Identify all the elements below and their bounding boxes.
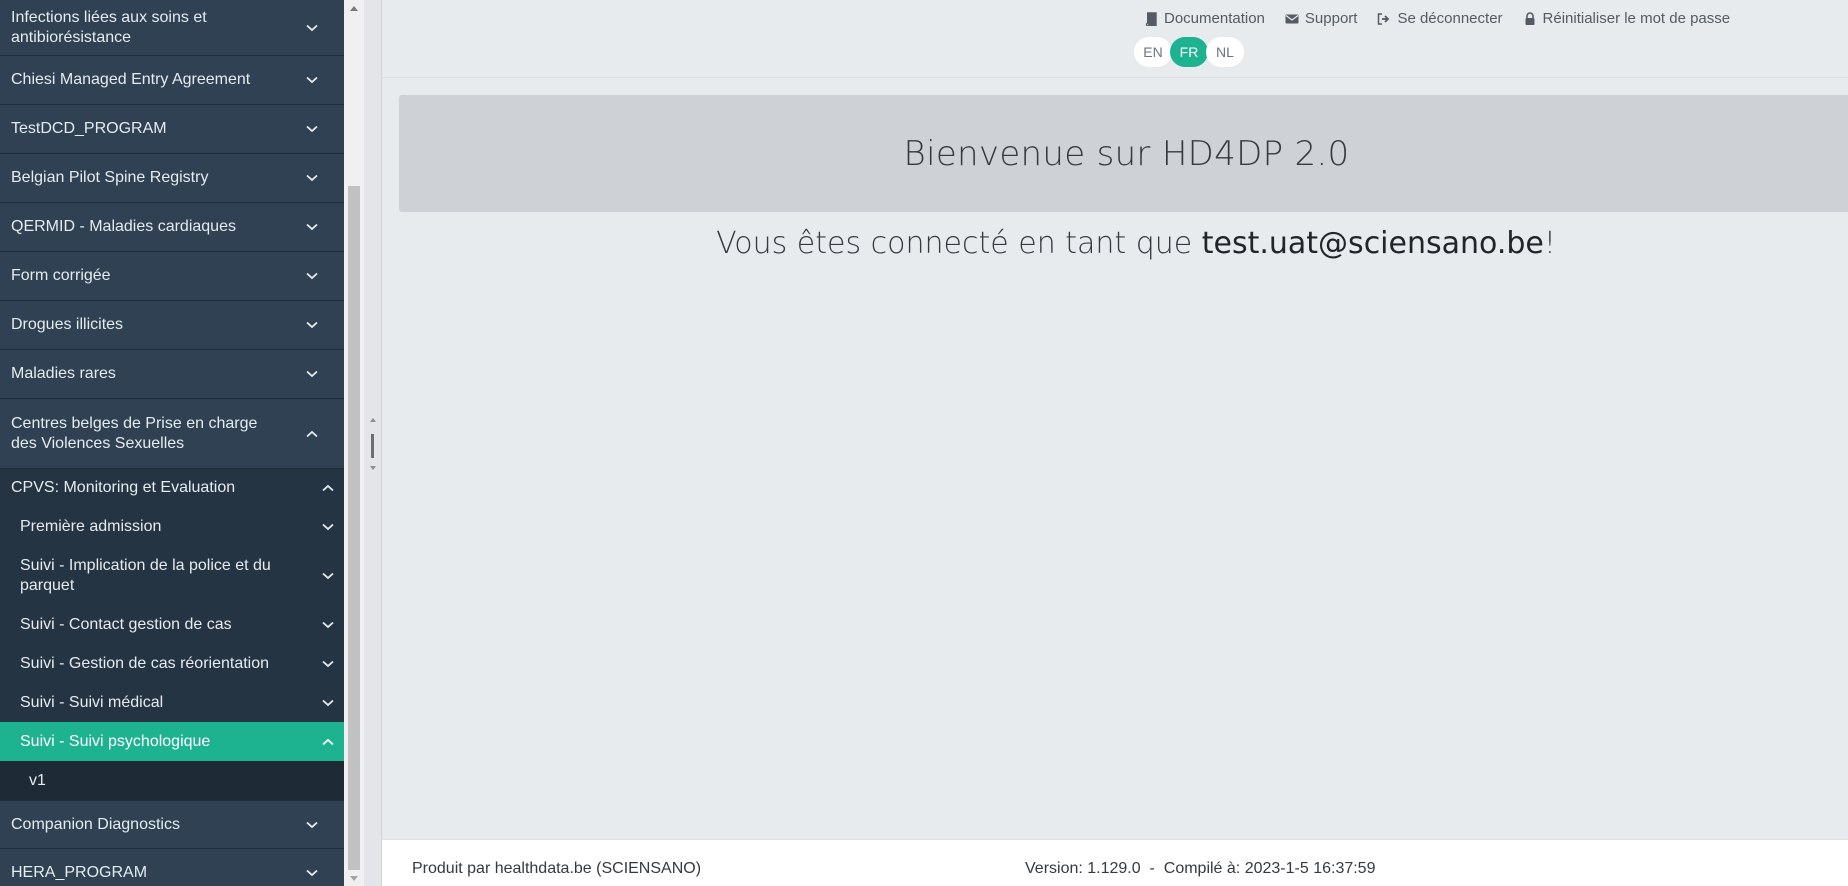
sidebar-item-drogues[interactable]: Drogues illicites [0,301,344,350]
sign-out-icon [1378,12,1390,25]
sidebar-version-v1[interactable]: v1 [0,761,344,800]
sidebar-form-suivi-contact[interactable]: Suivi - Contact gestion de cas [0,605,344,644]
sidebar-form-suivi-reorientation[interactable]: Suivi - Gestion de cas réorientation [0,644,344,683]
pane-splitter[interactable] [364,0,382,886]
language-nl-button[interactable]: NL [1206,37,1244,67]
language-en-button[interactable]: EN [1134,37,1172,67]
produced-by-text: Produit par healthdata.be (SCIENSANO) [412,860,702,877]
chevron-down-icon [306,368,318,380]
collapse-arrow-icon[interactable] [370,418,376,422]
chevron-down-icon [322,521,334,533]
compiled-value: 2023-1-5 16:37:59 [1244,860,1376,877]
lock-icon [1525,11,1535,25]
sidebar-item-testdcd[interactable]: TestDCD_PROGRAM [0,105,344,154]
sidebar-form-premiere-admission[interactable]: Première admission [0,507,344,546]
scroll-down-arrow-icon[interactable] [344,870,364,886]
logout-label: Se déconnecter [1397,10,1503,27]
sidebar-item-spine-registry[interactable]: Belgian Pilot Spine Registry [0,154,344,203]
chevron-up-icon [306,428,318,440]
chevron-down-icon [322,619,334,631]
top-bar: Documentation Support Se déconnecter Réi… [382,0,1848,78]
sidebar-item-label: HERA_PROGRAM [11,864,148,881]
sidebar-form-suivi-psychologique[interactable]: Suivi - Suivi psychologique [0,722,344,761]
sidebar-item-label: Suivi - Suivi médical [20,693,164,711]
sidebar-item-chiesi[interactable]: Chiesi Managed Entry Agreement [0,56,344,105]
sidebar-item-label: Première admission [20,517,162,535]
sidebar-item-form-corrigee[interactable]: Form corrigée [0,252,344,301]
sidebar-item-label: v1 [29,771,46,789]
scrollbar-thumb[interactable] [348,186,360,870]
connected-prefix: Vous êtes connecté en tant que [716,226,1202,261]
documentation-link[interactable]: Documentation [1144,10,1265,27]
version-value: 1.129.0 [1087,860,1141,877]
page-title: Bienvenue sur HD4DP 2.0 [903,133,1350,174]
compiled-label: Compilé à: [1163,860,1241,877]
sidebar-item-companion-diagnostics[interactable]: Companion Diagnostics [0,800,344,849]
sidebar-item-maladies-rares[interactable]: Maladies rares [0,350,344,399]
sidebar-item-label: QERMID - Maladies cardiaques [11,218,236,235]
sidebar-item-label: Drogues illicites [11,316,124,333]
language-switcher: EN FR NL [1134,37,1244,67]
sidebar-item-label: Infections liées aux soins et antibiorés… [11,8,207,46]
chevron-down-icon [306,172,318,184]
sidebar-item-label: CPVS: Monitoring et Evaluation [11,479,236,496]
documentation-label: Documentation [1164,10,1265,27]
splitter-handle[interactable] [371,434,374,458]
footer-separator: - [1149,860,1155,877]
sidebar: Infections liées aux soins et antibiorés… [0,0,344,886]
chevron-down-icon [306,867,318,879]
connected-as-message: Vous êtes connecté en tant que test.uat@… [382,226,1848,261]
chevron-up-icon [322,482,334,494]
sidebar-scrollbar[interactable] [344,0,364,886]
support-link[interactable]: Support [1285,10,1358,27]
sidebar-item-label: Suivi - Implication de la police et du p… [20,556,271,594]
sidebar-item-label: TestDCD_PROGRAM [11,120,167,137]
version-info: Version: 1.129.0 - Compilé à: 2023-1-5 1… [1025,860,1375,878]
sidebar-form-suivi-police[interactable]: Suivi - Implication de la police et du p… [0,546,344,605]
footer: Produit par healthdata.be (SCIENSANO) Ve… [382,839,1848,886]
scroll-up-arrow-icon[interactable] [344,0,364,16]
sidebar-subproject-cpvs-monitoring[interactable]: CPVS: Monitoring et Evaluation [0,469,344,507]
chevron-down-icon [306,819,318,831]
chevron-down-icon [306,221,318,233]
sidebar-item-label: Maladies rares [11,365,116,382]
language-fr-button[interactable]: FR [1170,37,1208,67]
sidebar-item-infections[interactable]: Infections liées aux soins et antibiorés… [0,0,344,56]
sidebar-item-label: Chiesi Managed Entry Agreement [11,71,251,88]
chevron-down-icon [322,697,334,709]
logout-link[interactable]: Se déconnecter [1377,10,1503,27]
support-label: Support [1304,10,1358,27]
connected-suffix: ! [1543,226,1556,261]
header-links: Documentation Support Se déconnecter Réi… [1144,10,1730,27]
envelope-icon [1285,14,1299,23]
sidebar-item-qermid[interactable]: QERMID - Maladies cardiaques [0,203,344,252]
main-content: Documentation Support Se déconnecter Réi… [382,0,1848,886]
reset-password-label: Réinitialiser le mot de passe [1542,10,1731,27]
chevron-down-icon [322,570,334,582]
sidebar-item-label: Suivi - Suivi psychologique [20,732,211,750]
sidebar-item-label: Suivi - Contact gestion de cas [20,615,232,633]
chevron-down-icon [306,22,318,34]
chevron-down-icon [306,123,318,135]
book-icon [1145,11,1157,26]
sidebar-item-label: Companion Diagnostics [11,815,180,833]
sidebar-item-label: Centres belges de Prise en charge des Vi… [11,414,258,452]
chevron-up-icon [322,736,334,748]
sidebar-item-hera-program[interactable]: HERA_PROGRAM [0,849,344,886]
version-label: Version: [1025,860,1083,877]
sidebar-item-label: Belgian Pilot Spine Registry [11,169,209,186]
chevron-down-icon [306,270,318,282]
reset-password-link[interactable]: Réinitialiser le mot de passe [1523,10,1731,27]
expand-arrow-icon[interactable] [370,466,376,470]
chevron-down-icon [322,658,334,670]
sidebar-item-label: Form corrigée [11,267,111,284]
user-email: test.uat@sciensano.be [1201,226,1544,261]
sidebar-form-suivi-medical[interactable]: Suivi - Suivi médical [0,683,344,722]
chevron-down-icon [306,319,318,331]
welcome-banner: Bienvenue sur HD4DP 2.0 [399,95,1848,212]
chevron-down-icon [306,74,318,86]
sidebar-item-cpvs[interactable]: Centres belges de Prise en charge des Vi… [0,399,344,469]
sidebar-item-label: Suivi - Gestion de cas réorientation [20,654,270,672]
